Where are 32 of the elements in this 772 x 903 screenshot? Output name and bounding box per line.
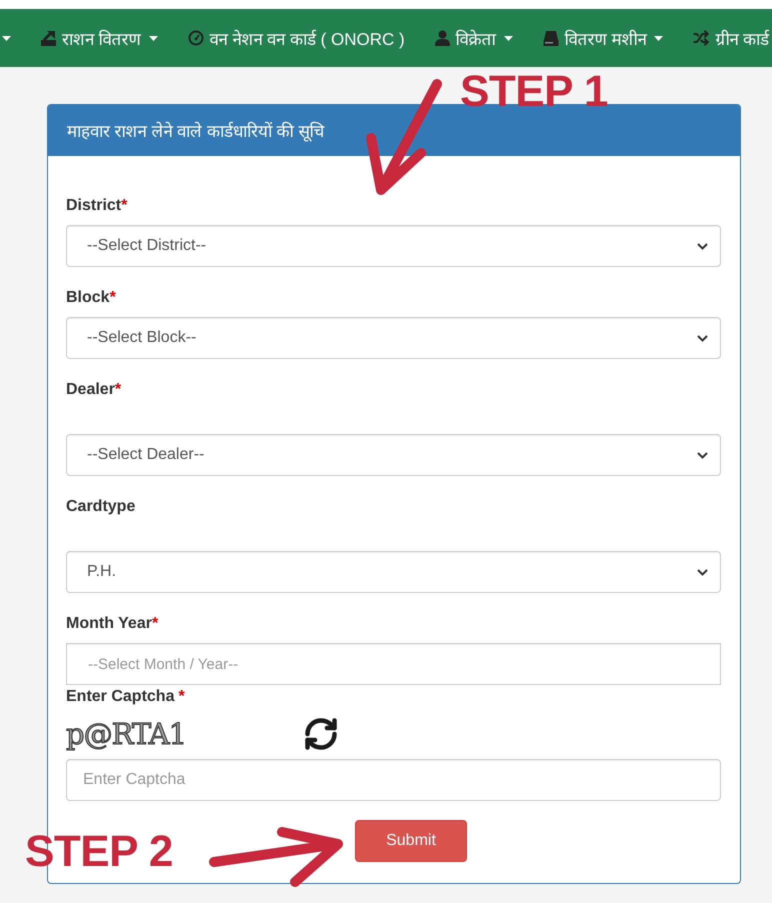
gauge-icon: [188, 30, 204, 46]
field-label: Enter Captcha *: [66, 687, 185, 707]
shuffle-icon: [693, 30, 710, 46]
nav-menu-item[interactable]: विक्रेता: [434, 26, 513, 50]
field-label: Dealer*: [66, 380, 122, 400]
field-label: Month Year*: [66, 614, 158, 634]
select-field[interactable]: --Select District--: [66, 225, 721, 267]
export-icon: [41, 30, 56, 46]
field-label: District*: [66, 196, 128, 216]
select-field[interactable]: --Select Block--: [66, 317, 721, 359]
caret-icon: [2, 36, 11, 40]
chevron-down-icon: [697, 242, 708, 250]
nav-menu-item[interactable]: राशन वितरण: [41, 26, 158, 50]
chevron-down-icon: [697, 334, 708, 342]
submit-button[interactable]: Submit: [355, 820, 467, 862]
field-label: Block*: [66, 288, 116, 308]
chevron-down-icon: [697, 568, 708, 576]
panel-title: माहवार राशन लेने वाले कार्डधारियों की सूचि: [67, 120, 324, 142]
select-field[interactable]: P.H.: [66, 551, 721, 593]
captcha-input[interactable]: Enter Captcha: [66, 759, 721, 801]
captcha-image: p@RTA1: [66, 716, 186, 750]
chevron-down-icon: [697, 452, 708, 458]
nav-menu-item[interactable]: ग्रीन कार्ड: [693, 26, 770, 50]
user-icon: [434, 30, 450, 46]
hard-drive-icon: [542, 30, 559, 46]
step-label: STEP 1: [460, 70, 608, 114]
nav-menu-item[interactable]: वितरण मशीन: [542, 26, 664, 50]
nav-menu-item[interactable]: वन नेशन वन कार्ड ( ONORC ): [188, 26, 405, 50]
month-year-input[interactable]: --Select Month / Year--: [66, 643, 721, 685]
refresh-icon[interactable]: [303, 716, 339, 752]
field-label: Cardtype: [66, 497, 136, 517]
select-field[interactable]: --Select Dealer--: [66, 434, 721, 476]
